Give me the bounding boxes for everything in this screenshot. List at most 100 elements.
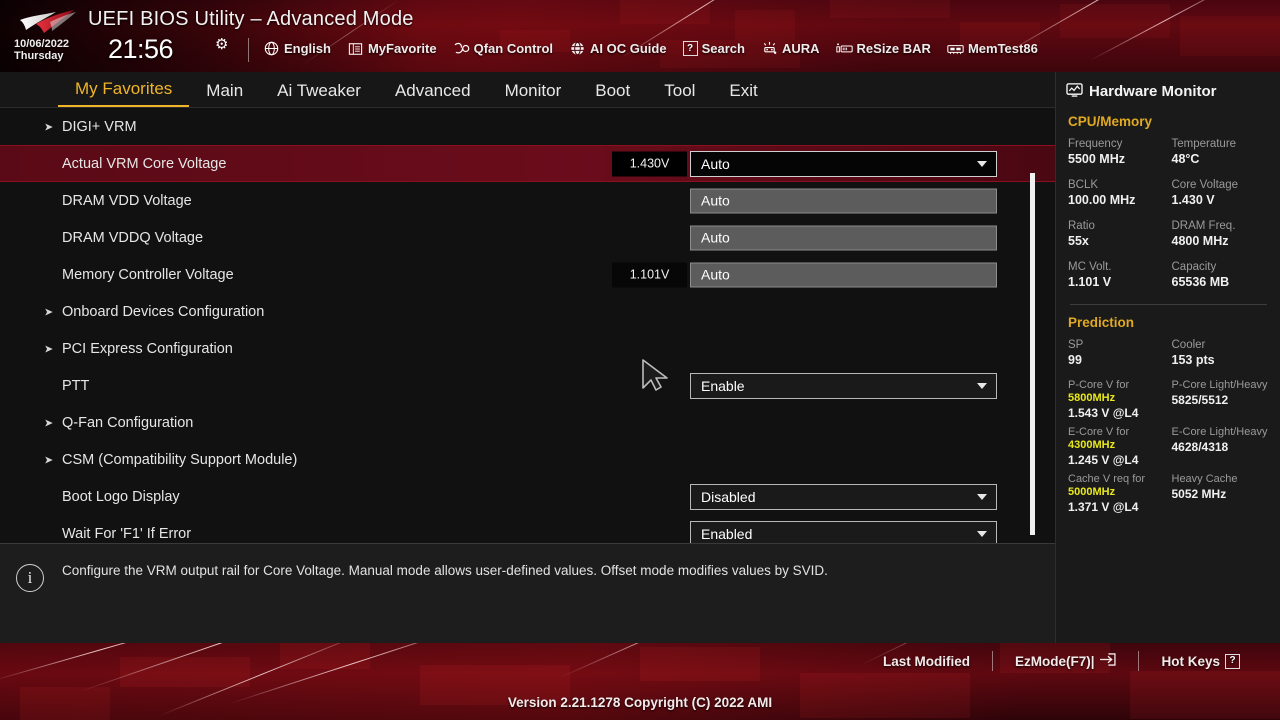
settings-row-label: Memory Controller Voltage: [62, 266, 234, 283]
metric-label: Heavy Cache: [1172, 473, 1270, 486]
toolbar-label: MyFavorite: [367, 41, 437, 56]
chevron-down-icon: [977, 493, 987, 500]
settings-row[interactable]: DRAM VDDQ Voltage Auto: [0, 219, 1055, 256]
version-text: Version 2.21.1278 Copyright (C) 2022 AMI: [507, 695, 773, 710]
dropdown-value: Enabled: [701, 525, 753, 542]
toolbar-item-search[interactable]: ? Search: [682, 41, 745, 56]
dropdown-value: Disabled: [701, 488, 756, 505]
rog-logo-icon: [16, 8, 78, 38]
metric-label: SP: [1068, 339, 1084, 351]
toolbar-label: English: [284, 41, 331, 56]
metric-label: Core Voltage: [1171, 179, 1239, 191]
sidebar-metric: Ratio 55x: [1068, 219, 1166, 249]
dropdown-value: Auto: [701, 155, 730, 172]
settings-row[interactable]: ➤ DIGI+ VRM: [0, 108, 1055, 145]
scrollbar-thumb[interactable]: [1030, 173, 1035, 535]
sidebar-section-title: Prediction: [1068, 315, 1135, 330]
bottom-bar: Last Modified EzMode(F7)| Hot Keys ? Ver…: [0, 643, 1280, 720]
toolbar-item-qfan-control[interactable]: Qfan Control: [453, 41, 553, 56]
chevron-down-icon: [977, 530, 987, 537]
hardware-monitor-sidebar: Hardware Monitor CPU/Memory Frequency 5500…: [1055, 72, 1280, 643]
gear-icon[interactable]: ⚙: [215, 37, 228, 52]
sidebar-metric: P-Core Light/Heavy 5825/5512: [1172, 379, 1270, 422]
settings-row-dropdown[interactable]: Enable: [690, 372, 997, 399]
toolbar-label: MemTest86: [967, 41, 1038, 56]
metric-label: E-Core V for 4300MHz: [1068, 426, 1166, 452]
settings-row-label: PCI Express Configuration: [62, 340, 233, 357]
settings-row[interactable]: ➤ PCI Express Configuration: [0, 330, 1055, 367]
ezmode-button[interactable]: EzMode(F7)|: [993, 653, 1139, 669]
settings-panel: ➤ DIGI+ VRM Actual VRM Core Voltage 1.430V A…: [0, 108, 1055, 543]
settings-row[interactable]: Actual VRM Core Voltage 1.430V Auto: [0, 145, 1055, 182]
sidebar-metric: Cooler 153 pts: [1172, 338, 1270, 368]
settings-row-dropdown[interactable]: Disabled: [690, 483, 997, 510]
tab-monitor[interactable]: Monitor: [488, 81, 579, 107]
tab-advanced[interactable]: Advanced: [378, 81, 488, 107]
settings-row-dropdown[interactable]: Auto: [690, 150, 997, 177]
help-text: Configure the VRM output rail for Core V…: [62, 563, 828, 578]
settings-row-label: Onboard Devices Configuration: [62, 303, 265, 320]
toolbar-item-resize-bar[interactable]: ReSize BAR: [835, 41, 931, 56]
sidebar-metric: DRAM Freq. 4800 MHz: [1172, 219, 1270, 249]
settings-row-dropdown[interactable]: Enabled: [690, 520, 997, 543]
question-box-icon: ?: [682, 41, 698, 56]
chevron-right-icon: ➤: [44, 306, 54, 318]
metric-value: 4800 MHz: [1171, 234, 1229, 248]
chevron-down-icon: [977, 382, 987, 389]
toolbar-item-english[interactable]: English: [263, 41, 331, 56]
settings-row-label: CSM (Compatibility Support Module): [62, 451, 298, 468]
settings-row-label: DIGI+ VRM: [62, 118, 137, 135]
tab-main[interactable]: Main: [189, 81, 260, 107]
settings-row[interactable]: ➤ Q-Fan Configuration: [0, 404, 1055, 441]
toolbar-item-aura[interactable]: AURA: [761, 41, 820, 56]
date-value: 10/06/2022: [14, 38, 70, 50]
input-value: Auto: [701, 229, 730, 246]
settings-row-readout: 1.430V: [612, 151, 687, 176]
settings-row[interactable]: PTT Enable: [0, 367, 1055, 404]
globe-icon: [263, 41, 280, 56]
tab-tool[interactable]: Tool: [647, 81, 712, 107]
settings-row[interactable]: ➤ Onboard Devices Configuration: [0, 293, 1055, 330]
metric-value: 1.101 V: [1068, 275, 1112, 289]
metric-value: 100.00 MHz: [1068, 193, 1136, 207]
hot-keys-button[interactable]: Hot Keys ?: [1139, 653, 1262, 669]
tab-boot[interactable]: Boot: [578, 81, 647, 107]
sidebar-metric-grid: Frequency 5500 MHz Temperature 48°C BCLK 100.…: [1068, 137, 1269, 301]
weekday-value: Thursday: [14, 50, 64, 62]
settings-row-input[interactable]: Auto: [690, 262, 997, 287]
toolbar-label: Search: [701, 41, 745, 56]
chevron-right-icon: ➤: [44, 417, 54, 429]
metric-value: 1.245 V @L4: [1068, 453, 1139, 467]
header-toolbar: English MyFavorite Qfan Control AI OC Gu…: [263, 41, 1038, 56]
settings-row[interactable]: Memory Controller Voltage 1.101V Auto: [0, 256, 1055, 293]
settings-row-label: DRAM VDD Voltage: [62, 192, 192, 209]
metric-label: BCLK: [1068, 179, 1099, 191]
metric-label-text: Cache V req for: [1068, 473, 1146, 485]
settings-row[interactable]: ➤ CSM (Compatibility Support Module): [0, 441, 1055, 478]
metric-label: Cooler: [1171, 339, 1206, 351]
metric-value: 55x: [1068, 234, 1089, 248]
settings-row-input[interactable]: Auto: [690, 188, 997, 213]
toolbar-label: ReSize BAR: [856, 41, 931, 56]
settings-row-input[interactable]: Auto: [690, 225, 997, 250]
toolbar-item-memtest86[interactable]: MemTest86: [947, 41, 1038, 56]
last-modified-button[interactable]: Last Modified: [861, 654, 992, 669]
tab-exit[interactable]: Exit: [712, 81, 774, 107]
metric-value: 1.543 V @L4: [1068, 406, 1139, 420]
metric-label-text: E-Core V for: [1068, 426, 1130, 438]
chevron-right-icon: ➤: [44, 121, 54, 133]
hardware-monitor-title: Hardware Monitor: [1066, 82, 1217, 101]
toolbar-item-myfavorite[interactable]: MyFavorite: [347, 41, 437, 56]
last-modified-label: Last Modified: [882, 653, 970, 669]
metric-value: 1.430 V: [1171, 193, 1215, 207]
settings-row[interactable]: Boot Logo Display Disabled: [0, 478, 1055, 515]
tab-my-favorites[interactable]: My Favorites: [58, 79, 190, 107]
input-value: Auto: [701, 266, 730, 283]
sidebar-metric: Capacity 65536 MB: [1172, 260, 1270, 290]
chevron-down-icon: [977, 160, 987, 167]
tab-ai-tweaker[interactable]: Ai Tweaker: [260, 81, 378, 107]
settings-row[interactable]: DRAM VDD Voltage Auto: [0, 182, 1055, 219]
settings-row[interactable]: Wait For 'F1' If Error Enabled: [0, 515, 1055, 543]
toolbar-item-ai-oc-guide[interactable]: AI OC Guide: [569, 41, 667, 56]
ezmode-label: EzMode(F7)|: [1014, 653, 1095, 669]
